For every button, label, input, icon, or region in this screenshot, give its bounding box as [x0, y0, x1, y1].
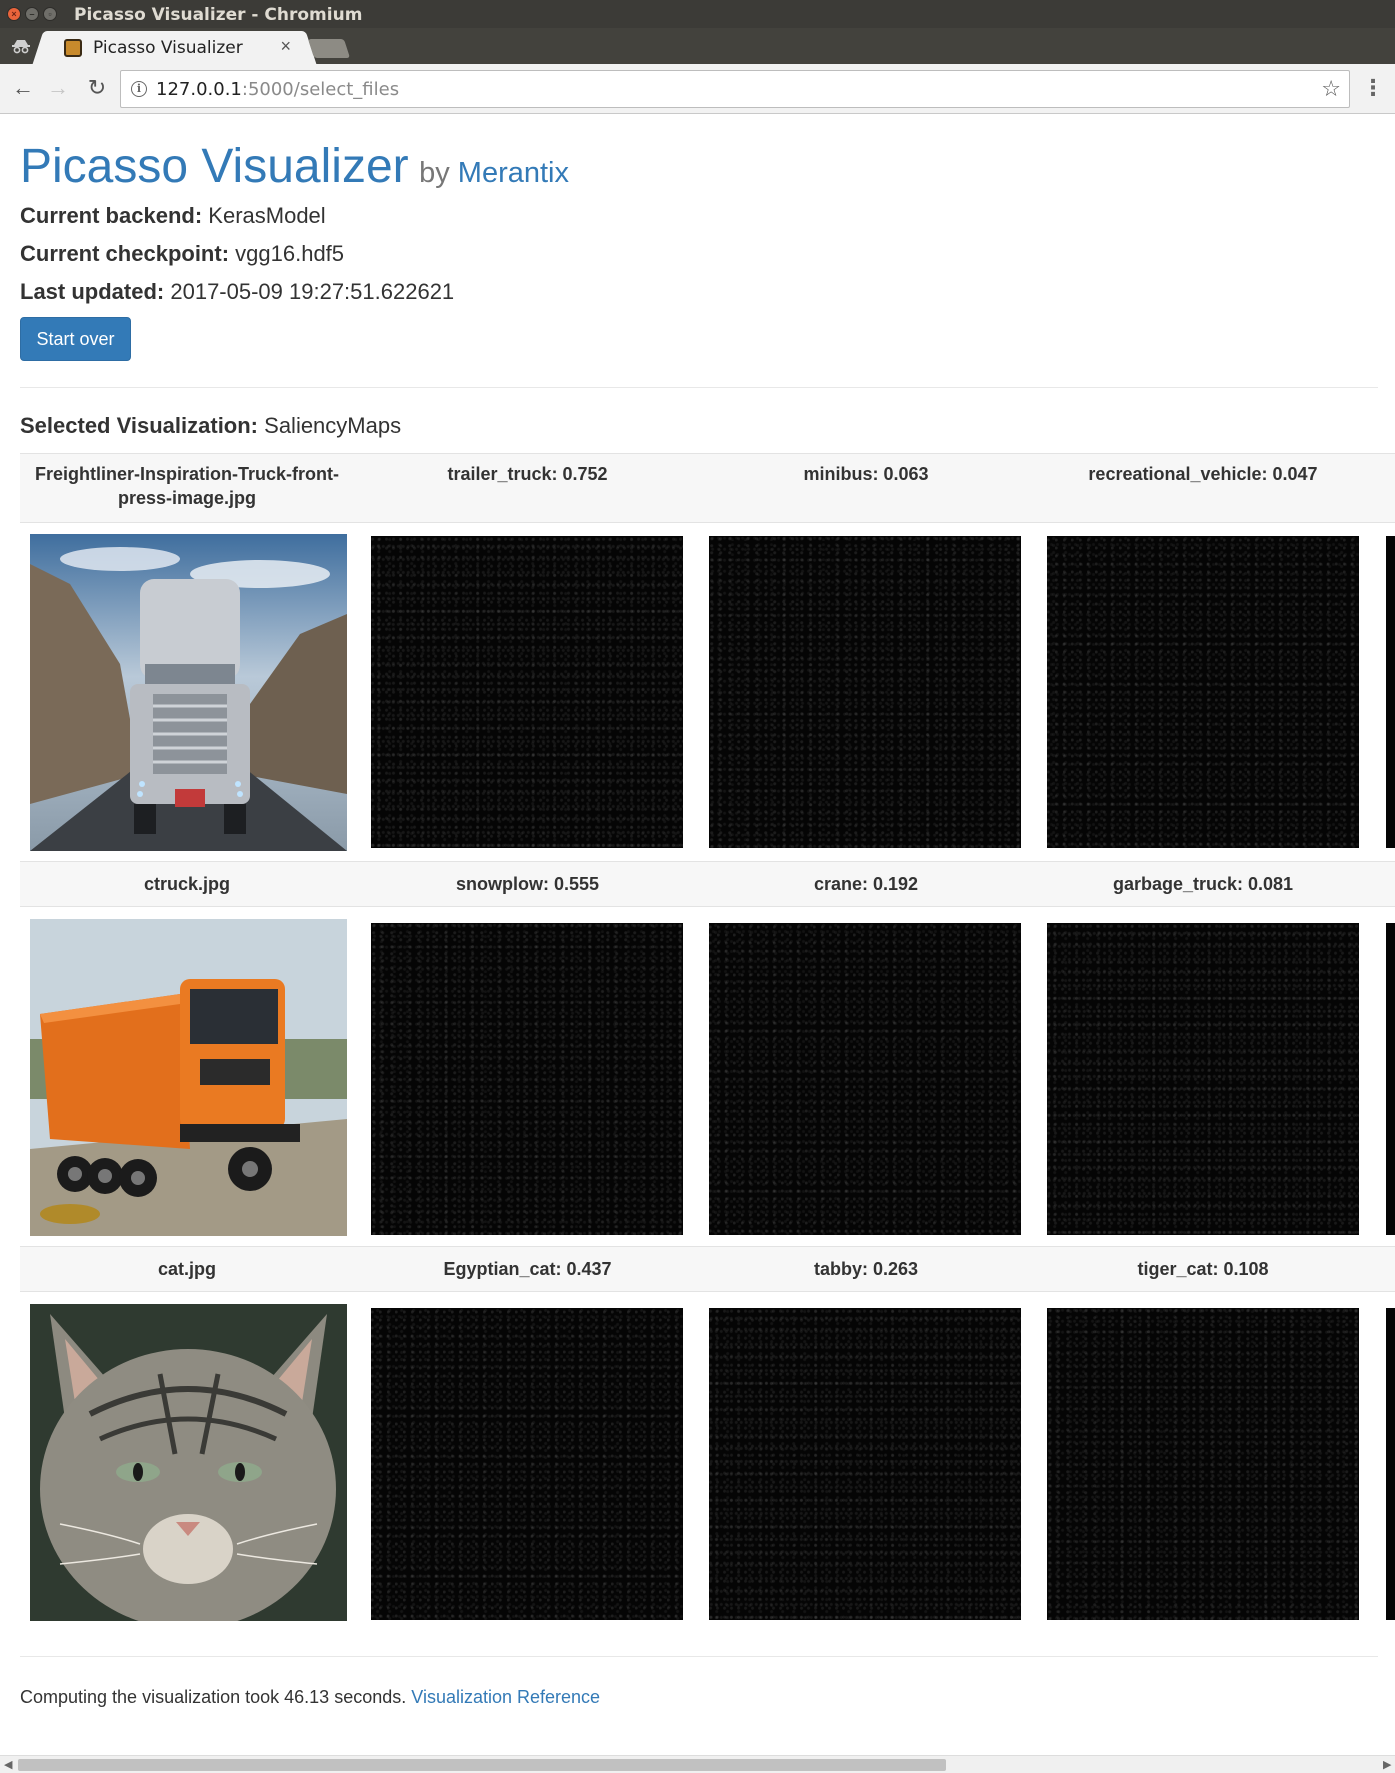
forward-arrow-icon[interactable]: →: [45, 75, 71, 101]
checkpoint-label: Current checkpoint:: [20, 241, 230, 266]
window-title: Picasso Visualizer - Chromium: [74, 5, 363, 25]
page-header: Picasso Visualizer by Merantix: [20, 139, 569, 194]
tab-picasso-visualizer[interactable]: Picasso Visualizer ×: [48, 31, 301, 64]
window-controls: × – ▫: [7, 7, 57, 21]
info-icon[interactable]: i: [131, 81, 147, 97]
maximize-window-button[interactable]: ▫: [43, 7, 57, 21]
backend-label: Current backend:: [20, 203, 203, 228]
prediction-label: garbage_truck: 0.081: [1112, 874, 1294, 894]
minimize-window-button[interactable]: –: [25, 7, 39, 21]
saliency-map: [1047, 536, 1359, 848]
selected-visualization: Selected Visualization: SaliencyMaps: [20, 413, 401, 439]
address-bar[interactable]: i 127.0.0.1:5000/select_files ☆: [120, 70, 1350, 108]
new-tab-button[interactable]: [307, 39, 351, 58]
scroll-right-icon[interactable]: ▶: [1383, 1758, 1391, 1771]
scroll-left-icon[interactable]: ◀: [4, 1758, 12, 1771]
backend-value: KerasModel: [208, 203, 326, 228]
divider: [20, 1656, 1378, 1657]
result-row-header: cat.jpg Egyptian_cat: 0.437 tabby: 0.263…: [20, 1246, 1395, 1292]
brand-title[interactable]: Picasso Visualizer: [20, 140, 409, 193]
prediction-label: tiger_cat: 0.108: [1137, 1259, 1269, 1279]
computation-time-text: Computing the visualization took 46.13 s…: [20, 1687, 407, 1707]
close-window-button[interactable]: ×: [7, 7, 21, 21]
cat-image: [30, 1304, 347, 1621]
url-path: :5000/select_files: [241, 79, 400, 100]
prediction-label: minibus: 0.063: [803, 464, 929, 484]
saliency-map: [709, 923, 1021, 1235]
updated-label: Last updated:: [20, 279, 165, 304]
by-text: by: [419, 157, 450, 189]
saliency-map: [709, 1308, 1021, 1620]
start-over-button[interactable]: Start over: [20, 317, 131, 361]
reload-icon[interactable]: ↻: [84, 75, 110, 101]
saliency-map: [371, 536, 683, 848]
checkpoint-value: vgg16.hdf5: [235, 241, 345, 266]
window-titlebar: × – ▫ Picasso Visualizer - Chromium: [0, 0, 1395, 28]
saliency-map: [709, 536, 1021, 848]
incognito-icon: [12, 40, 30, 54]
saliency-map-partial: [1386, 536, 1395, 848]
page-content: Picasso Visualizer by Merantix Current b…: [0, 115, 1395, 1755]
dump-truck-image: [30, 919, 347, 1236]
current-backend: Current backend: KerasModel: [20, 203, 326, 229]
merantix-link[interactable]: Merantix: [458, 157, 569, 189]
favicon-icon: [64, 39, 82, 57]
saliency-map: [1047, 923, 1359, 1235]
selection-value: SaliencyMaps: [264, 413, 402, 438]
by-label: by Merantix: [419, 157, 569, 189]
divider: [20, 387, 1378, 388]
filename-label: cat.jpg: [157, 1259, 216, 1279]
truck-front-image: [30, 534, 347, 851]
url-host: 127.0.0.1: [156, 79, 242, 100]
tab-close-icon[interactable]: ×: [280, 36, 291, 57]
prediction-label: crane: 0.192: [813, 874, 919, 894]
saliency-map-partial: [1386, 923, 1395, 1235]
visualization-reference-link[interactable]: Visualization Reference: [411, 1687, 600, 1707]
filename-label: ctruck.jpg: [143, 874, 231, 894]
result-row-header: ctruck.jpg snowplow: 0.555 crane: 0.192 …: [20, 861, 1395, 907]
selection-label: Selected Visualization:: [20, 413, 259, 438]
browser-toolbar: ← → ↻ i 127.0.0.1:5000/select_files ☆ ⋮: [0, 64, 1395, 114]
last-updated: Last updated: 2017-05-09 19:27:51.622621: [20, 279, 454, 305]
saliency-map: [371, 923, 683, 1235]
back-arrow-icon[interactable]: ←: [10, 75, 36, 101]
current-checkpoint: Current checkpoint: vgg16.hdf5: [20, 241, 344, 267]
saliency-map-partial: [1386, 1308, 1395, 1620]
result-row-header: Freightliner-Inspiration-Truck-front-pre…: [20, 453, 1395, 523]
browser-menu-icon[interactable]: ⋮: [1362, 75, 1384, 101]
tab-strip: Picasso Visualizer ×: [0, 28, 1395, 64]
prediction-label: Egyptian_cat: 0.437: [443, 1259, 612, 1279]
footer: Computing the visualization took 46.13 s…: [20, 1687, 600, 1708]
tab-title: Picasso Visualizer: [93, 38, 243, 58]
prediction-label: trailer_truck: 0.752: [447, 464, 608, 484]
scrollbar-thumb[interactable]: [18, 1759, 946, 1771]
filename-label: Freightliner-Inspiration-Truck-front-pre…: [35, 464, 339, 508]
url-text[interactable]: 127.0.0.1:5000/select_files: [156, 79, 399, 100]
prediction-label: snowplow: 0.555: [455, 874, 600, 894]
bookmark-star-icon[interactable]: ☆: [1321, 76, 1341, 102]
prediction-label: recreational_vehicle: 0.047: [1088, 464, 1318, 484]
prediction-label: tabby: 0.263: [813, 1259, 919, 1279]
horizontal-scrollbar[interactable]: ◀ ▶: [0, 1755, 1395, 1773]
saliency-map: [1047, 1308, 1359, 1620]
updated-value: 2017-05-09 19:27:51.622621: [170, 279, 455, 304]
saliency-map: [371, 1308, 683, 1620]
